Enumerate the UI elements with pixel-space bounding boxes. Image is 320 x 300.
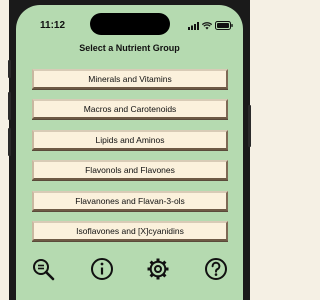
phone-side-button <box>8 60 11 78</box>
signal-icon <box>188 21 199 30</box>
status-time: 11:12 <box>40 20 66 31</box>
dynamic-island <box>90 13 170 35</box>
group-button-lipids-aminos[interactable]: Lipids and Aminos <box>32 130 228 150</box>
group-button-minerals-vitamins[interactable]: Minerals and Vitamins <box>32 69 228 89</box>
battery-icon <box>215 21 233 30</box>
page-title: Select a Nutrient Group <box>79 43 180 53</box>
phone-power-button <box>248 105 251 147</box>
gear-icon[interactable] <box>146 257 170 281</box>
status-bar: 11:12 <box>16 5 243 35</box>
status-icons <box>188 21 233 30</box>
help-icon[interactable] <box>204 257 228 281</box>
group-button-isoflavones-cyanidins[interactable]: Isoflavones and [X]cyanidins <box>32 221 228 241</box>
search-zoom-icon[interactable] <box>31 257 55 281</box>
group-button-macros-carotenoids[interactable]: Macros and Carotenoids <box>32 99 228 119</box>
app-screen: 11:12 Select a Nutrient Group Minerals a… <box>16 5 243 300</box>
phone-volume-down-button <box>8 128 11 156</box>
group-button-flavonols-flavones[interactable]: Flavonols and Flavones <box>32 160 228 180</box>
info-icon[interactable] <box>90 257 114 281</box>
bottom-toolbar <box>16 257 243 287</box>
phone-volume-up-button <box>8 92 11 120</box>
wifi-icon <box>202 21 212 29</box>
group-button-flavanones-flavan3ols[interactable]: Flavanones and Flavan-3-ols <box>32 191 228 211</box>
